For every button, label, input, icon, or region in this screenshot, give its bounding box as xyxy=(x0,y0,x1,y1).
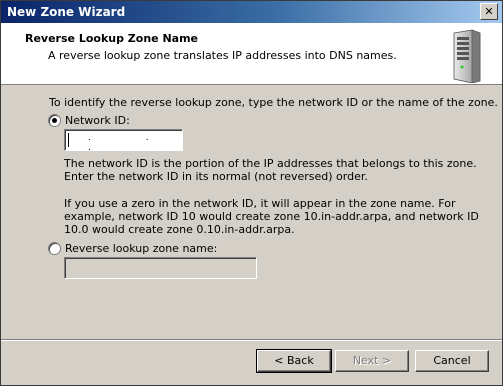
page-subtitle: A reverse lookup zone translates IP addr… xyxy=(48,49,397,62)
network-id-label[interactable]: Network ID: xyxy=(65,114,130,127)
new-zone-wizard-window: New Zone Wizard ✕ Reverse Lookup Zone Na… xyxy=(0,0,503,386)
intro-text: To identify the reverse lookup zone, typ… xyxy=(49,96,498,109)
radio-selected-dot xyxy=(52,118,57,123)
zone-name-label[interactable]: Reverse lookup zone name: xyxy=(65,242,217,255)
close-button[interactable]: ✕ xyxy=(480,3,498,20)
title-bar[interactable]: New Zone Wizard ✕ xyxy=(1,1,502,23)
window-title: New Zone Wizard xyxy=(7,5,126,19)
page-title: Reverse Lookup Zone Name xyxy=(25,32,199,45)
network-id-radio[interactable] xyxy=(48,114,61,127)
network-id-value: . . . xyxy=(88,133,175,153)
text-caret xyxy=(68,133,69,147)
network-id-field[interactable]: . . . xyxy=(64,129,183,153)
cancel-button[interactable]: Cancel xyxy=(415,350,489,372)
wizard-content: To identify the reverse lookup zone, typ… xyxy=(1,85,502,340)
zone-name-field[interactable] xyxy=(64,257,257,279)
network-id-help-text: The network ID is the portion of the IP … xyxy=(64,157,477,183)
server-icon xyxy=(453,29,481,83)
zone-name-radio[interactable] xyxy=(48,242,61,255)
zero-in-network-id-help-text: If you use a zero in the network ID, it … xyxy=(64,197,479,236)
next-button[interactable]: Next > xyxy=(335,350,409,372)
back-button[interactable]: < Back xyxy=(256,349,332,373)
button-separator xyxy=(1,339,502,341)
wizard-header: Reverse Lookup Zone Name A reverse looku… xyxy=(1,23,502,85)
close-icon: ✕ xyxy=(484,5,494,18)
